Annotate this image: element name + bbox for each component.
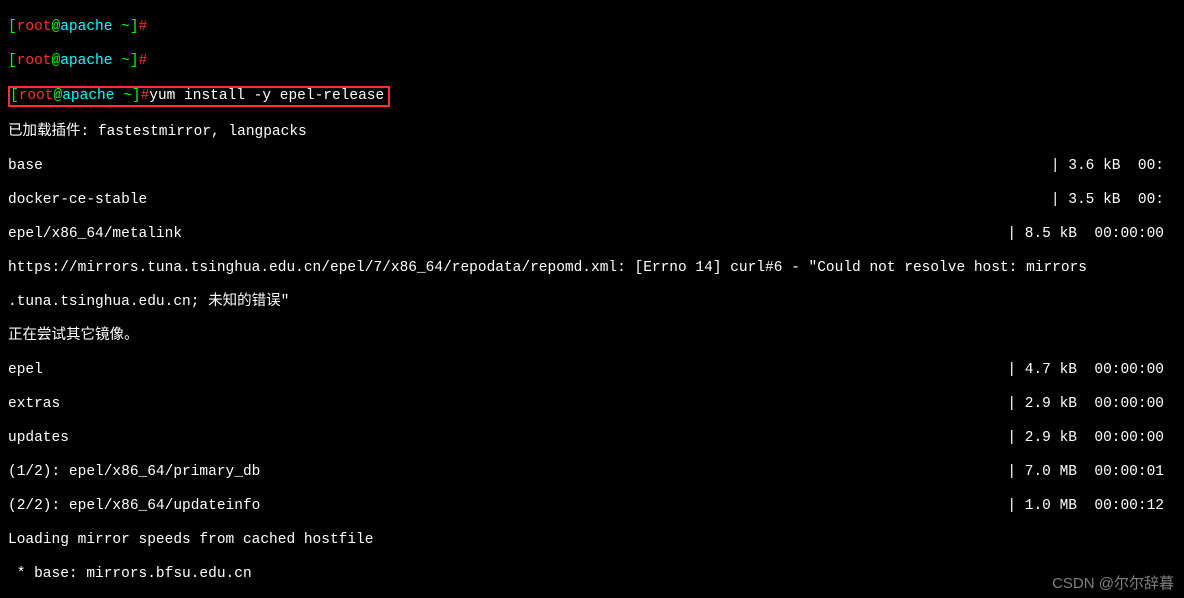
- download-updateinfo: (2/2): epel/x86_64/updateinfo| 1.0 MB 00…: [8, 498, 1176, 515]
- prompt-with-command[interactable]: [root@apache ~]#yum install -y epel-rele…: [8, 87, 1176, 107]
- error-line: .tuna.tsinghua.edu.cn; 未知的错误": [8, 294, 1176, 311]
- prompt-line[interactable]: [root@apache ~]#: [8, 53, 1176, 70]
- terminal-output: [root@apache ~]# [root@apache ~]# [root@…: [0, 0, 1184, 598]
- repo-docker: docker-ce-stable| 3.5 kB 00:: [8, 192, 1176, 209]
- loaded-plugins: 已加载插件: fastestmirror, langpacks: [8, 124, 1176, 141]
- mirror-base: * base: mirrors.bfsu.edu.cn: [8, 566, 1176, 583]
- prompt-line[interactable]: [root@apache ~]#: [8, 19, 1176, 36]
- repo-base: base| 3.6 kB 00:: [8, 158, 1176, 175]
- repo-extras: extras| 2.9 kB 00:00:00: [8, 396, 1176, 413]
- repo-epel: epel| 4.7 kB 00:00:00: [8, 362, 1176, 379]
- download-primary-db: (1/2): epel/x86_64/primary_db| 7.0 MB 00…: [8, 464, 1176, 481]
- repo-metalink: epel/x86_64/metalink| 8.5 kB 00:00:00: [8, 226, 1176, 243]
- trying-mirrors: 正在尝试其它镜像。: [8, 328, 1176, 345]
- loading-mirrors: Loading mirror speeds from cached hostfi…: [8, 532, 1176, 549]
- repo-updates: updates| 2.9 kB 00:00:00: [8, 430, 1176, 447]
- command-text: yum install -y epel-release: [149, 88, 384, 104]
- error-line: https://mirrors.tuna.tsinghua.edu.cn/epe…: [8, 260, 1176, 277]
